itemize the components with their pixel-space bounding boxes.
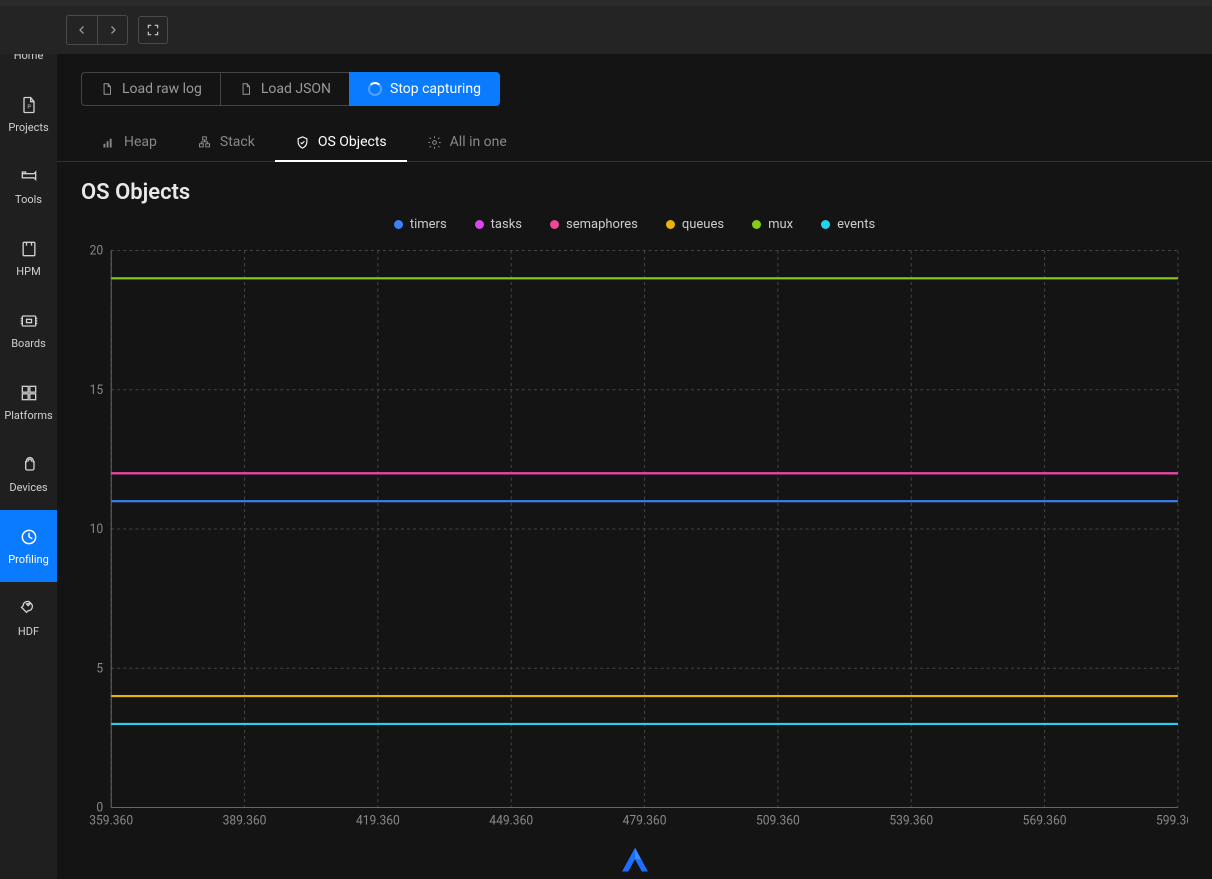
forward-button[interactable] xyxy=(97,16,127,44)
sidebar-item-label: Tools xyxy=(15,193,42,206)
line-chart: 05101520359.360389.360419.360449.360479.… xyxy=(81,240,1188,839)
tab-label: Heap xyxy=(124,134,157,150)
legend-label: tasks xyxy=(491,217,522,232)
sidebar-item-label: Devices xyxy=(9,481,47,494)
sidebar-item-devices[interactable]: Devices xyxy=(0,438,57,510)
tab-all-in-one[interactable]: All in one xyxy=(407,124,527,162)
legend-dot xyxy=(752,220,761,229)
legend-item-timers[interactable]: timers xyxy=(394,217,447,232)
stop-capturing-button[interactable]: Stop capturing xyxy=(349,72,500,106)
sidebar-item-profiling[interactable]: Profiling xyxy=(0,510,57,582)
svg-text:10: 10 xyxy=(90,523,104,537)
chart-icon xyxy=(101,135,116,150)
svg-text:449.360: 449.360 xyxy=(489,814,533,828)
legend-dot xyxy=(550,220,559,229)
svg-text:479.360: 479.360 xyxy=(623,814,667,828)
sidebar-item-label: HDF xyxy=(18,625,39,638)
legend-label: events xyxy=(837,217,875,232)
legend-dot xyxy=(666,220,675,229)
svg-text:569.360: 569.360 xyxy=(1023,814,1067,828)
shield-check-icon xyxy=(295,135,310,150)
sidebar-item-projects[interactable]: P Projects xyxy=(0,78,57,150)
tab-os-objects[interactable]: OS Objects xyxy=(275,124,407,162)
legend-item-semaphores[interactable]: semaphores xyxy=(550,217,638,232)
main-content: Load raw log Load JSON Stop capturing He… xyxy=(57,6,1212,879)
footer-logo xyxy=(81,839,1188,879)
chart-area[interactable]: 05101520359.360389.360419.360449.360479.… xyxy=(81,240,1188,839)
load-raw-log-button[interactable]: Load raw log xyxy=(81,72,220,106)
history-nav xyxy=(66,15,128,45)
legend-label: timers xyxy=(410,217,447,232)
legend-item-events[interactable]: events xyxy=(821,217,875,232)
tab-stack[interactable]: Stack xyxy=(177,124,275,162)
spinner-icon xyxy=(368,82,382,96)
button-label: Stop capturing xyxy=(390,81,481,97)
sidebar-item-tools[interactable]: Tools xyxy=(0,150,57,222)
tab-label: All in one xyxy=(450,134,507,150)
svg-text:15: 15 xyxy=(90,384,104,398)
sidebar-item-boards[interactable]: Boards xyxy=(0,294,57,366)
load-json-button[interactable]: Load JSON xyxy=(220,72,349,106)
svg-text:20: 20 xyxy=(90,244,104,258)
legend-item-mux[interactable]: mux xyxy=(752,217,793,232)
legend-item-queues[interactable]: queues xyxy=(666,217,724,232)
chart-legend: timers tasks semaphores queues mux events xyxy=(81,217,1188,232)
sidebar-item-hdf[interactable]: HDF xyxy=(0,582,57,654)
back-button[interactable] xyxy=(67,16,97,44)
legend-label: queues xyxy=(682,217,724,232)
file-icon xyxy=(239,82,253,96)
svg-text:419.360: 419.360 xyxy=(356,814,400,828)
sidebar-item-label: Boards xyxy=(11,337,46,350)
sidebar-item-label: Profiling xyxy=(8,553,49,566)
fullscreen-button[interactable] xyxy=(138,16,168,44)
svg-text:539.360: 539.360 xyxy=(889,814,933,828)
page-title: OS Objects xyxy=(81,180,1188,205)
sidebar-item-hpm[interactable]: HPM xyxy=(0,222,57,294)
legend-dot xyxy=(475,220,484,229)
svg-text:359.360: 359.360 xyxy=(89,814,133,828)
chart-section: OS Objects timers tasks semaphores queues mu… xyxy=(57,162,1212,879)
stack-icon xyxy=(197,135,212,150)
legend-label: semaphores xyxy=(566,217,638,232)
legend-item-tasks[interactable]: tasks xyxy=(475,217,522,232)
svg-text:509.360: 509.360 xyxy=(756,814,800,828)
legend-dot xyxy=(394,220,403,229)
tab-label: Stack xyxy=(220,134,255,150)
legend-label: mux xyxy=(768,217,793,232)
svg-text:P: P xyxy=(27,104,31,110)
tab-heap[interactable]: Heap xyxy=(81,124,177,162)
gear-icon xyxy=(427,135,442,150)
sidebar-item-label: Projects xyxy=(8,121,48,134)
button-label: Load raw log xyxy=(122,81,202,97)
sidebar: Home P Projects Tools HPM Boards Platfor… xyxy=(0,6,57,879)
legend-dot xyxy=(821,220,830,229)
button-label: Load JSON xyxy=(261,81,331,97)
sidebar-item-label: Platforms xyxy=(4,409,52,422)
profiling-tabs: Heap Stack OS Objects All in one xyxy=(57,106,1212,162)
tab-label: OS Objects xyxy=(318,134,387,150)
file-icon xyxy=(100,82,114,96)
svg-text:389.360: 389.360 xyxy=(223,814,267,828)
svg-text:599.360: 599.360 xyxy=(1156,814,1188,828)
svg-text:5: 5 xyxy=(96,662,103,676)
action-row: Load raw log Load JSON Stop capturing xyxy=(57,54,1212,106)
topbar xyxy=(57,6,1212,54)
sidebar-item-platforms[interactable]: Platforms xyxy=(0,366,57,438)
sidebar-item-label: HPM xyxy=(16,265,40,278)
